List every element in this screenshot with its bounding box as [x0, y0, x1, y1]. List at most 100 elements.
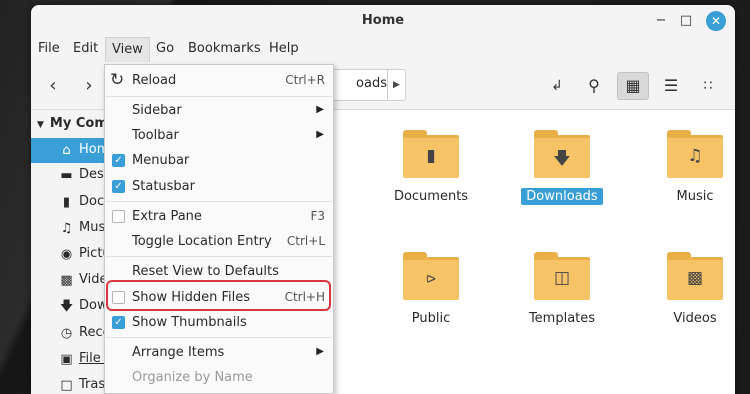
- menu-item-shortcut: F3: [310, 209, 325, 223]
- folder-icon: ♫: [667, 130, 723, 178]
- menu-item-label: Menubar: [132, 153, 190, 168]
- menu-item-sidebar[interactable]: Sidebar ▶: [105, 98, 333, 123]
- sidebar-item-trash[interactable]: □ Tras: [31, 373, 107, 394]
- folder-icon: ⪧: [403, 252, 459, 300]
- back-icon[interactable]: ‹: [43, 74, 63, 98]
- menu-separator: [106, 337, 332, 338]
- folder-label: Downloads: [521, 188, 603, 205]
- expand-arrow-icon: ▼: [37, 120, 44, 130]
- sidebar-heading[interactable]: ▼ My Comp: [37, 116, 108, 131]
- menu-view[interactable]: View: [105, 37, 150, 63]
- menu-item-toolbar[interactable]: Toolbar ▶: [105, 123, 333, 148]
- sidebar-item-documents[interactable]: ▮ Docu: [31, 190, 107, 215]
- sidebar-item-videos[interactable]: ▩ Vide: [31, 268, 107, 293]
- path-next-arrow-icon[interactable]: ▶: [387, 70, 405, 100]
- menu-file[interactable]: File: [38, 41, 60, 56]
- folder-documents[interactable]: ▮ Documents: [376, 130, 486, 205]
- menu-bar: File Edit View Go Bookmarks Help: [31, 37, 735, 63]
- menu-item-menubar[interactable]: ✓ Menubar: [105, 148, 333, 173]
- sidebar-item-filesystem[interactable]: ▣ File S: [31, 347, 107, 372]
- film-icon: ▩: [60, 273, 73, 288]
- film-icon: ▩: [686, 268, 704, 288]
- folder-public[interactable]: ⪧ Public: [376, 252, 486, 327]
- submenu-arrow-icon: ▶: [316, 129, 324, 140]
- compact-view-icon[interactable]: ∷: [697, 74, 719, 98]
- sidebar-heading-label: My Comp: [49, 116, 108, 131]
- camera-icon: ◉: [60, 247, 73, 262]
- menu-separator: [106, 96, 332, 97]
- desktop-icon: ▬: [60, 168, 73, 183]
- music-icon: ♫: [687, 146, 703, 166]
- menu-item-label: Arrange Items: [132, 345, 225, 360]
- menu-go[interactable]: Go: [156, 41, 174, 56]
- menu-item-label: Toolbar: [132, 128, 179, 143]
- menu-item-toggle-location[interactable]: Toggle Location Entry Ctrl+L: [105, 229, 333, 254]
- download-icon: 🡇: [59, 299, 74, 314]
- menu-item-shortcut: Ctrl+L: [286, 234, 325, 248]
- menu-item-extra-pane[interactable]: Extra Pane F3: [105, 204, 333, 229]
- menu-separator: [106, 201, 332, 202]
- window-title: Home: [361, 13, 405, 28]
- search-icon[interactable]: ⚲: [583, 74, 605, 98]
- folder-music[interactable]: ♫ Music: [640, 130, 735, 205]
- download-icon: 🡇: [553, 149, 571, 169]
- menu-item-label: Reload: [132, 73, 177, 88]
- path-segment-downloads[interactable]: oads: [332, 76, 387, 91]
- path-bar: oads ▶: [331, 69, 406, 101]
- sidebar-item-music[interactable]: ♫ Musi: [31, 216, 107, 241]
- folder-label: Videos: [673, 311, 717, 326]
- menu-separator: [106, 256, 332, 257]
- sidebar-item-downloads[interactable]: 🡇 Dow: [31, 294, 107, 319]
- title-bar: Home − □ ✕: [31, 5, 735, 37]
- folder-templates[interactable]: ◫ Templates: [507, 252, 617, 327]
- menu-item-show-thumbnails[interactable]: ✓ Show Thumbnails: [105, 310, 333, 335]
- checkbox-unchecked-icon: [112, 210, 125, 223]
- menu-item-arrange-items[interactable]: Arrange Items ▶: [105, 340, 333, 365]
- menu-item-reload[interactable]: ↻ Reload Ctrl+R: [105, 68, 333, 93]
- menu-item-label: Statusbar: [132, 179, 195, 194]
- folder-icon: ▩: [667, 252, 723, 300]
- folder-label: Music: [676, 189, 714, 204]
- sidebar: ▼ My Comp ⌂ Home ▬ Desk ▮ Docu ♫ Musi ◉ P…: [31, 110, 108, 394]
- folder-icon: ◫: [534, 252, 590, 300]
- menu-item-organize-by-name: Organize by Name: [105, 365, 333, 390]
- sidebar-item-pictures[interactable]: ◉ Pictu: [31, 242, 107, 267]
- maximize-button[interactable]: □: [676, 11, 696, 31]
- folder-icon: 🡇: [534, 130, 590, 178]
- menu-item-label: Sidebar: [132, 103, 182, 118]
- menu-item-label: Show Thumbnails: [132, 315, 247, 330]
- menu-edit[interactable]: Edit: [73, 41, 98, 56]
- sidebar-item-desktop[interactable]: ▬ Desk: [31, 163, 107, 188]
- menu-item-label: Extra Pane: [132, 209, 202, 224]
- checkbox-checked-icon: ✓: [112, 180, 125, 193]
- sidebar-item-label: Tras: [79, 377, 106, 392]
- document-icon: ▮: [62, 195, 71, 210]
- template-icon: ◫: [553, 268, 571, 288]
- folder-label: Public: [411, 311, 451, 326]
- list-view-icon[interactable]: ☰: [660, 74, 682, 98]
- clock-icon: ◷: [60, 326, 73, 341]
- view-menu-dropdown: ↻ Reload Ctrl+R Sidebar ▶ Toolbar ▶ ✓ Me…: [104, 64, 334, 394]
- close-button[interactable]: ✕: [706, 11, 726, 31]
- sidebar-item-recent[interactable]: ◷ Rece: [31, 321, 107, 346]
- sidebar-item-home[interactable]: ⌂ Home: [31, 138, 107, 163]
- trash-icon: □: [60, 378, 73, 393]
- icon-view-icon[interactable]: ▦: [617, 72, 649, 100]
- minimize-button[interactable]: −: [651, 11, 671, 31]
- folder-label: Documents: [393, 189, 469, 204]
- folder-icon: ▮: [403, 130, 459, 178]
- menu-item-statusbar[interactable]: ✓ Statusbar: [105, 174, 333, 199]
- share-icon: ⪧: [426, 268, 436, 288]
- submenu-arrow-icon: ▶: [316, 346, 324, 357]
- menu-help[interactable]: Help: [269, 41, 299, 56]
- menu-item-label: Organize by Name: [132, 370, 253, 385]
- reload-icon: ↻: [110, 70, 125, 90]
- menu-item-label: Reset View to Defaults: [132, 264, 279, 279]
- open-terminal-icon[interactable]: ↲: [546, 74, 568, 98]
- folder-videos[interactable]: ▩ Videos: [640, 252, 735, 327]
- home-icon: ⌂: [62, 143, 71, 158]
- folder-downloads[interactable]: 🡇 Downloads: [507, 130, 617, 205]
- forward-icon[interactable]: ›: [79, 74, 99, 98]
- menu-item-shortcut: Ctrl+R: [285, 73, 325, 87]
- menu-bookmarks[interactable]: Bookmarks: [188, 41, 261, 56]
